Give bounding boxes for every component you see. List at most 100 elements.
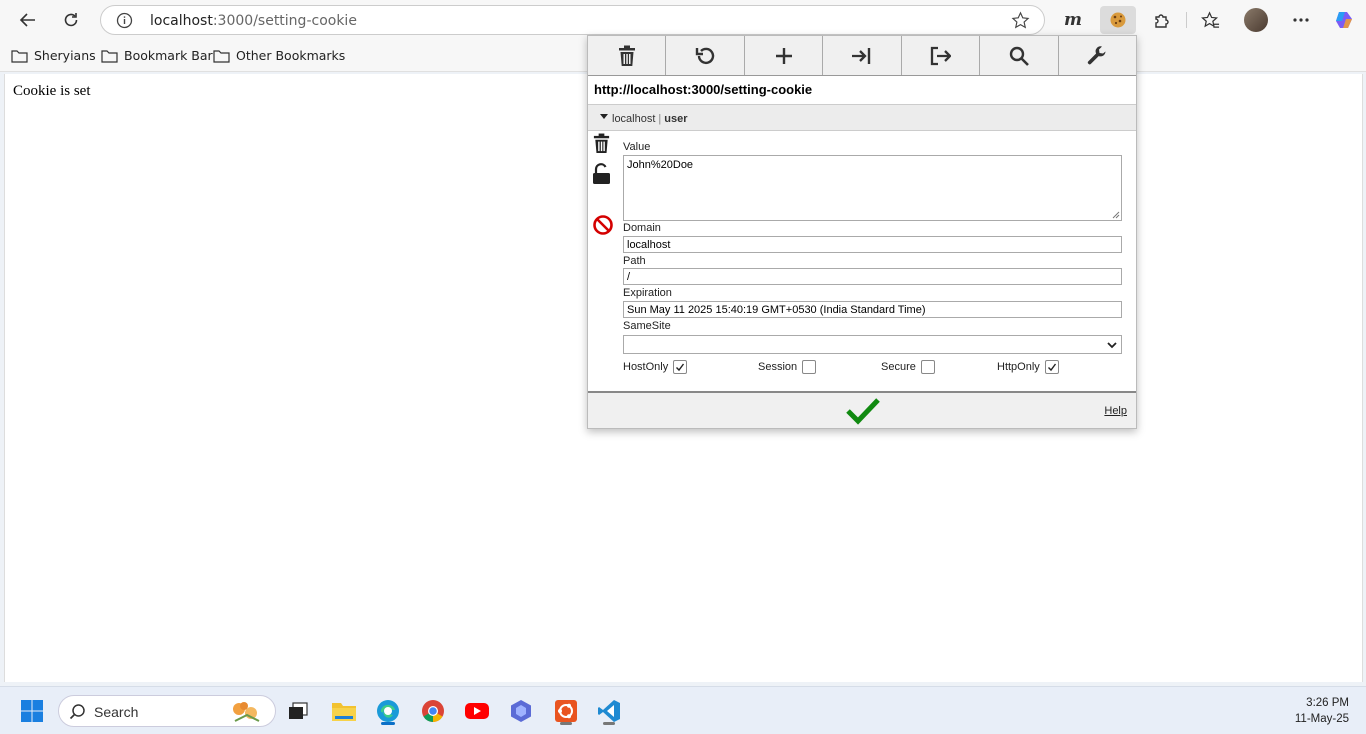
taskbar-edge[interactable] [372, 695, 404, 727]
cookie-domain-header: localhost [612, 113, 656, 125]
taskbar-app-hexagon[interactable] [505, 695, 537, 727]
hostonly-checkbox[interactable] [673, 360, 688, 374]
cookie-editor-popup: http://localhost:3000/setting-cookie loc… [587, 35, 1137, 429]
taskbar-ubuntu[interactable] [550, 695, 582, 727]
system-clock[interactable]: 3:26 PM 11-May-25 [1295, 695, 1349, 727]
taskbar-vscode[interactable] [593, 695, 625, 727]
unlock-icon [593, 163, 610, 184]
windows-taskbar: Search 3:26 PM 11-May-25 [0, 686, 1366, 734]
copilot-icon [1336, 12, 1352, 28]
more-dots-icon [1293, 18, 1309, 22]
taskbar-search[interactable]: Search [58, 695, 276, 727]
hostonly-option: HostOnly [623, 360, 688, 374]
protect-cookie-button[interactable] [592, 163, 611, 190]
hostonly-label: HostOnly [623, 361, 669, 373]
start-button[interactable] [16, 695, 48, 727]
taskbar-chrome[interactable] [417, 695, 449, 727]
taskbar-file-explorer[interactable] [328, 695, 360, 727]
extensions-button[interactable] [1147, 6, 1177, 34]
block-cookie-button[interactable] [592, 214, 614, 241]
profile-avatar-button[interactable] [1241, 6, 1271, 34]
bookmark-folder-other-bookmarks[interactable]: Other Bookmarks [213, 48, 345, 63]
puzzle-icon [1155, 14, 1169, 28]
favorite-star-icon[interactable] [1011, 11, 1030, 35]
samesite-select[interactable] [623, 335, 1122, 354]
edge-icon [377, 700, 399, 722]
delete-cookie-button[interactable] [592, 133, 611, 159]
checkmark-icon [1047, 363, 1056, 372]
refresh-icon [64, 13, 78, 27]
samesite-label: SameSite [623, 320, 671, 332]
httponly-checkbox[interactable] [1044, 360, 1059, 374]
add-cookie-button[interactable] [745, 36, 824, 75]
httponly-option: HttpOnly [997, 360, 1059, 374]
favorites-button[interactable] [1195, 6, 1225, 34]
session-checkbox[interactable] [802, 360, 817, 374]
bookmark-label: Sheryians [34, 48, 96, 63]
address-bar[interactable]: localhost:3000/setting-cookie [100, 5, 1045, 35]
resize-grip-icon[interactable] [1112, 211, 1120, 219]
taskbar-youtube[interactable] [461, 695, 493, 727]
taskbar-task-view[interactable] [282, 695, 314, 727]
open-app-indicator [560, 722, 572, 725]
options-button[interactable] [1059, 36, 1136, 75]
delete-all-button[interactable] [588, 36, 667, 75]
more-options-button[interactable] [1286, 6, 1316, 34]
value-label: Value [623, 141, 651, 153]
url-text: localhost:3000/setting-cookie [150, 13, 357, 29]
ubuntu-icon [555, 700, 577, 722]
site-info-icon[interactable] [116, 12, 133, 34]
browser-toolbar: localhost:3000/setting-cookie m [0, 0, 1366, 40]
page-body-text: Cookie is set [13, 83, 91, 99]
vscode-icon [598, 700, 620, 722]
collapse-triangle-icon[interactable] [600, 114, 608, 119]
undo-icon [695, 47, 715, 64]
expiration-field[interactable]: Sun May 11 2025 15:40:19 GMT+0530 (India… [623, 301, 1122, 318]
path-label: Path [623, 255, 646, 267]
import-button[interactable] [823, 36, 902, 75]
save-cookie-button[interactable] [846, 397, 880, 430]
back-button[interactable] [14, 6, 42, 34]
bookmark-folder-bookmark-bar[interactable]: Bookmark Bar [101, 48, 213, 63]
cookie-editor-toolbar [588, 36, 1136, 76]
domain-field[interactable]: localhost [623, 236, 1122, 253]
secure-label: Secure [881, 361, 916, 373]
bookmark-label: Bookmark Bar [124, 48, 213, 63]
clock-date: 11-May-25 [1294, 713, 1349, 725]
search-label: Search [94, 704, 139, 720]
path-field[interactable]: / [623, 268, 1122, 285]
chevron-down-icon [1107, 342, 1117, 349]
import-icon [851, 47, 871, 64]
copilot-button[interactable] [1329, 6, 1359, 34]
cookie-editor-extension-button[interactable] [1100, 6, 1136, 34]
cookie-name: user [664, 113, 688, 125]
refresh-button[interactable] [57, 6, 85, 34]
task-view-icon [289, 702, 308, 719]
bookmark-folder-sheryians[interactable]: Sheryians [11, 48, 96, 63]
wrench-icon [1088, 45, 1106, 64]
hexagon-app-icon [511, 700, 531, 722]
open-app-indicator [603, 722, 615, 725]
toolbar-divider [1186, 12, 1187, 28]
search-button[interactable] [980, 36, 1059, 75]
secure-option: Secure [881, 360, 935, 374]
windows-logo-icon [21, 700, 43, 722]
chrome-icon [422, 700, 444, 722]
session-label: Session [758, 361, 798, 373]
domain-label: Domain [623, 222, 661, 234]
plus-icon [775, 47, 792, 64]
profile-m-button[interactable]: m [1058, 6, 1088, 34]
export-button[interactable] [902, 36, 981, 75]
trash-icon [618, 45, 635, 66]
value-textarea[interactable]: John%20Doe [623, 155, 1122, 221]
export-icon [931, 46, 952, 65]
file-explorer-icon [332, 703, 356, 721]
cookie-header-row[interactable]: localhost | user [588, 104, 1136, 131]
secure-checkbox[interactable] [920, 360, 935, 374]
search-icon [1009, 46, 1029, 66]
active-app-indicator [381, 722, 395, 725]
block-icon [593, 215, 613, 235]
trash-icon [593, 133, 610, 153]
help-link[interactable]: Help [1104, 405, 1127, 417]
reset-button[interactable] [666, 36, 745, 75]
